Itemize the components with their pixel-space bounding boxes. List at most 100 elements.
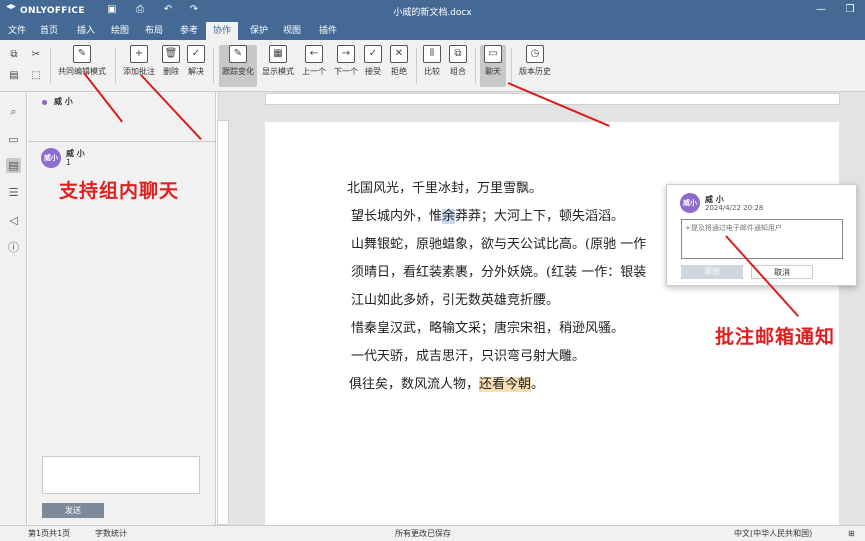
poem-line: 须晴日，看红装素裹，分外妖娆。(红装 一作：银装 bbox=[351, 265, 647, 280]
comment-textarea[interactable] bbox=[681, 219, 843, 259]
comment-date: 2024/4/22 20:28 bbox=[705, 204, 764, 212]
cut-icon[interactable]: ✂ bbox=[30, 49, 42, 61]
tab-draw[interactable]: 绘图 bbox=[104, 22, 136, 40]
track-changes-icon: ✎ bbox=[229, 45, 247, 63]
tab-file[interactable]: 文件 bbox=[1, 22, 33, 40]
chat-icon: ▭ bbox=[484, 45, 502, 63]
chat-panel-icon[interactable]: ▤ bbox=[6, 158, 21, 173]
feedback-icon[interactable]: ◁ bbox=[6, 213, 21, 228]
paste-icon[interactable]: ▤ bbox=[8, 70, 20, 82]
track-label: 跟踪变化 bbox=[222, 67, 254, 76]
separator bbox=[416, 48, 417, 84]
title-bar: ONLYOFFICE ▣ ⎙ ↶ ↷ 小威的新文档.docx — ❐ bbox=[0, 0, 865, 22]
separator bbox=[511, 48, 512, 84]
combine-button[interactable]: ⧉ 组合 bbox=[447, 45, 469, 87]
maximize-icon[interactable]: ❐ bbox=[843, 3, 857, 17]
next-label: 下一个 bbox=[334, 67, 358, 76]
poem-line: 一代天骄，成吉思汗，只识弯弓射大雕。 bbox=[351, 349, 586, 364]
coedit-label: 共同编辑模式 bbox=[58, 67, 106, 76]
about-icon[interactable]: ⓘ bbox=[6, 240, 21, 255]
tab-collaboration[interactable]: 协作 bbox=[206, 22, 239, 40]
chat-panel: 威 小 威小 威 小 1 发送 bbox=[28, 92, 216, 525]
search-icon[interactable]: ⌕ bbox=[6, 104, 21, 119]
comments-icon[interactable]: ▭ bbox=[6, 132, 21, 147]
poem-line: 山舞银蛇，原驰蜡象，欲与天公试比高。(原驰 一作 bbox=[351, 237, 647, 252]
combine-icon: ⧉ bbox=[449, 45, 467, 63]
save-status: 所有更改已保存 bbox=[395, 529, 451, 538]
selected-text: 余 bbox=[442, 209, 456, 224]
online-user-name: 威 小 bbox=[54, 97, 73, 106]
navigation-icon[interactable]: ☰ bbox=[6, 185, 21, 200]
reject-button[interactable]: ✕ 拒绝 bbox=[388, 45, 410, 87]
compare-button[interactable]: ⫴ 比较 bbox=[421, 45, 443, 87]
chat-button[interactable]: ▭ 聊天 bbox=[480, 45, 506, 87]
version-history-button[interactable]: ◷ 版本历史 bbox=[516, 45, 554, 87]
select-icon[interactable]: ⬚ bbox=[30, 70, 42, 82]
resolve-button[interactable]: ✓ 解决 bbox=[185, 45, 207, 87]
previous-button[interactable]: ← 上一个 bbox=[300, 45, 328, 87]
chat-input[interactable] bbox=[42, 456, 200, 494]
separator bbox=[115, 48, 116, 84]
ribbon-tabs: 文件 首页 插入 绘图 布局 参考 协作 保护 视图 插件 bbox=[0, 22, 865, 40]
poem-text: 俱往矣，数风流人物， bbox=[349, 377, 480, 392]
coedit-mode-button[interactable]: ✎ 共同编辑模式 bbox=[56, 45, 108, 87]
add-comment-icon: + bbox=[130, 45, 148, 63]
history-label: 版本历史 bbox=[519, 67, 551, 76]
track-changes-button[interactable]: ✎ 跟踪变化 bbox=[219, 45, 257, 87]
separator bbox=[213, 48, 214, 84]
tab-plugins[interactable]: 插件 bbox=[312, 22, 344, 40]
send-button[interactable]: 发送 bbox=[42, 503, 104, 518]
resolve-icon: ✓ bbox=[187, 45, 205, 63]
minimize-icon[interactable]: — bbox=[814, 3, 828, 17]
display-label: 显示模式 bbox=[262, 67, 294, 76]
avatar: 威小 bbox=[41, 148, 61, 168]
combine-label: 组合 bbox=[450, 67, 466, 76]
display-mode-button[interactable]: ▦ 显示模式 bbox=[260, 45, 296, 87]
add-comment-label: 添加批注 bbox=[123, 67, 155, 76]
poem-text: 望长城内外，惟 bbox=[351, 209, 443, 224]
tab-view[interactable]: 视图 bbox=[276, 22, 308, 40]
toolbar: ⧉ ✂ ▤ ⬚ ✎ 共同编辑模式 + 添加批注 🗑 删除 ✓ 解决 ✎ 跟踪变化 ▦ 显示模… bbox=[0, 40, 865, 92]
delete-button[interactable]: 🗑 删除 bbox=[160, 45, 182, 87]
zoom-icon[interactable]: ⊞ bbox=[848, 526, 855, 541]
message-text: 1 bbox=[66, 158, 72, 167]
next-button[interactable]: → 下一个 bbox=[332, 45, 360, 87]
poem-text: 。 bbox=[531, 377, 545, 392]
poem-line: 望长城内外，惟余莽莽；大河上下，顿失滔滔。 bbox=[351, 205, 624, 224]
accept-label: 接受 bbox=[365, 67, 381, 76]
compare-label: 比较 bbox=[424, 67, 440, 76]
accept-icon: ✓ bbox=[364, 45, 382, 63]
add-comment-submit[interactable]: 添加 bbox=[681, 265, 743, 279]
poem-line: 北国风光，千里冰封，万里雪飘。 bbox=[347, 181, 543, 196]
tab-insert[interactable]: 插入 bbox=[70, 22, 102, 40]
display-mode-icon: ▦ bbox=[269, 45, 287, 63]
trash-icon: 🗑 bbox=[162, 45, 180, 63]
word-count[interactable]: 字数统计 bbox=[95, 526, 127, 541]
tab-home[interactable]: 首页 bbox=[33, 22, 65, 40]
vertical-ruler[interactable] bbox=[217, 120, 229, 525]
chat-label: 聊天 bbox=[485, 67, 501, 76]
copy-icon[interactable]: ⧉ bbox=[8, 49, 20, 61]
page-indicator[interactable]: 第1页共1页 bbox=[28, 526, 70, 541]
reject-label: 拒绝 bbox=[391, 67, 407, 76]
tab-protect[interactable]: 保护 bbox=[243, 22, 275, 40]
accept-button[interactable]: ✓ 接受 bbox=[362, 45, 384, 87]
chat-annotation: 支持组内聊天 bbox=[59, 180, 180, 202]
language-selector[interactable]: 中文(中华人民共和国) bbox=[734, 526, 812, 541]
comment-popup: 威小 威 小 2024/4/22 20:28 添加 取消 bbox=[666, 184, 857, 286]
online-users: 威 小 bbox=[28, 92, 216, 142]
poem-line: 惜秦皇汉武，略输文采；唐宗宋祖，稍逊风骚。 bbox=[351, 321, 625, 336]
arrow-right-icon: → bbox=[337, 45, 355, 63]
add-comment-button[interactable]: + 添加批注 bbox=[121, 45, 157, 87]
tab-layout[interactable]: 布局 bbox=[138, 22, 170, 40]
document-title: 小威的新文档.docx bbox=[393, 8, 472, 18]
commented-text[interactable]: 还看今朝 bbox=[479, 377, 532, 392]
arrow-left-icon: ← bbox=[305, 45, 323, 63]
online-dot bbox=[42, 100, 47, 105]
avatar: 威小 bbox=[680, 193, 700, 213]
poem-line: 江山如此多娇，引无数英雄竞折腰。 bbox=[351, 293, 560, 308]
delete-label: 删除 bbox=[163, 67, 179, 76]
tab-references[interactable]: 参考 bbox=[173, 22, 205, 40]
compare-icon: ⫴ bbox=[423, 45, 441, 63]
separator bbox=[50, 48, 51, 84]
